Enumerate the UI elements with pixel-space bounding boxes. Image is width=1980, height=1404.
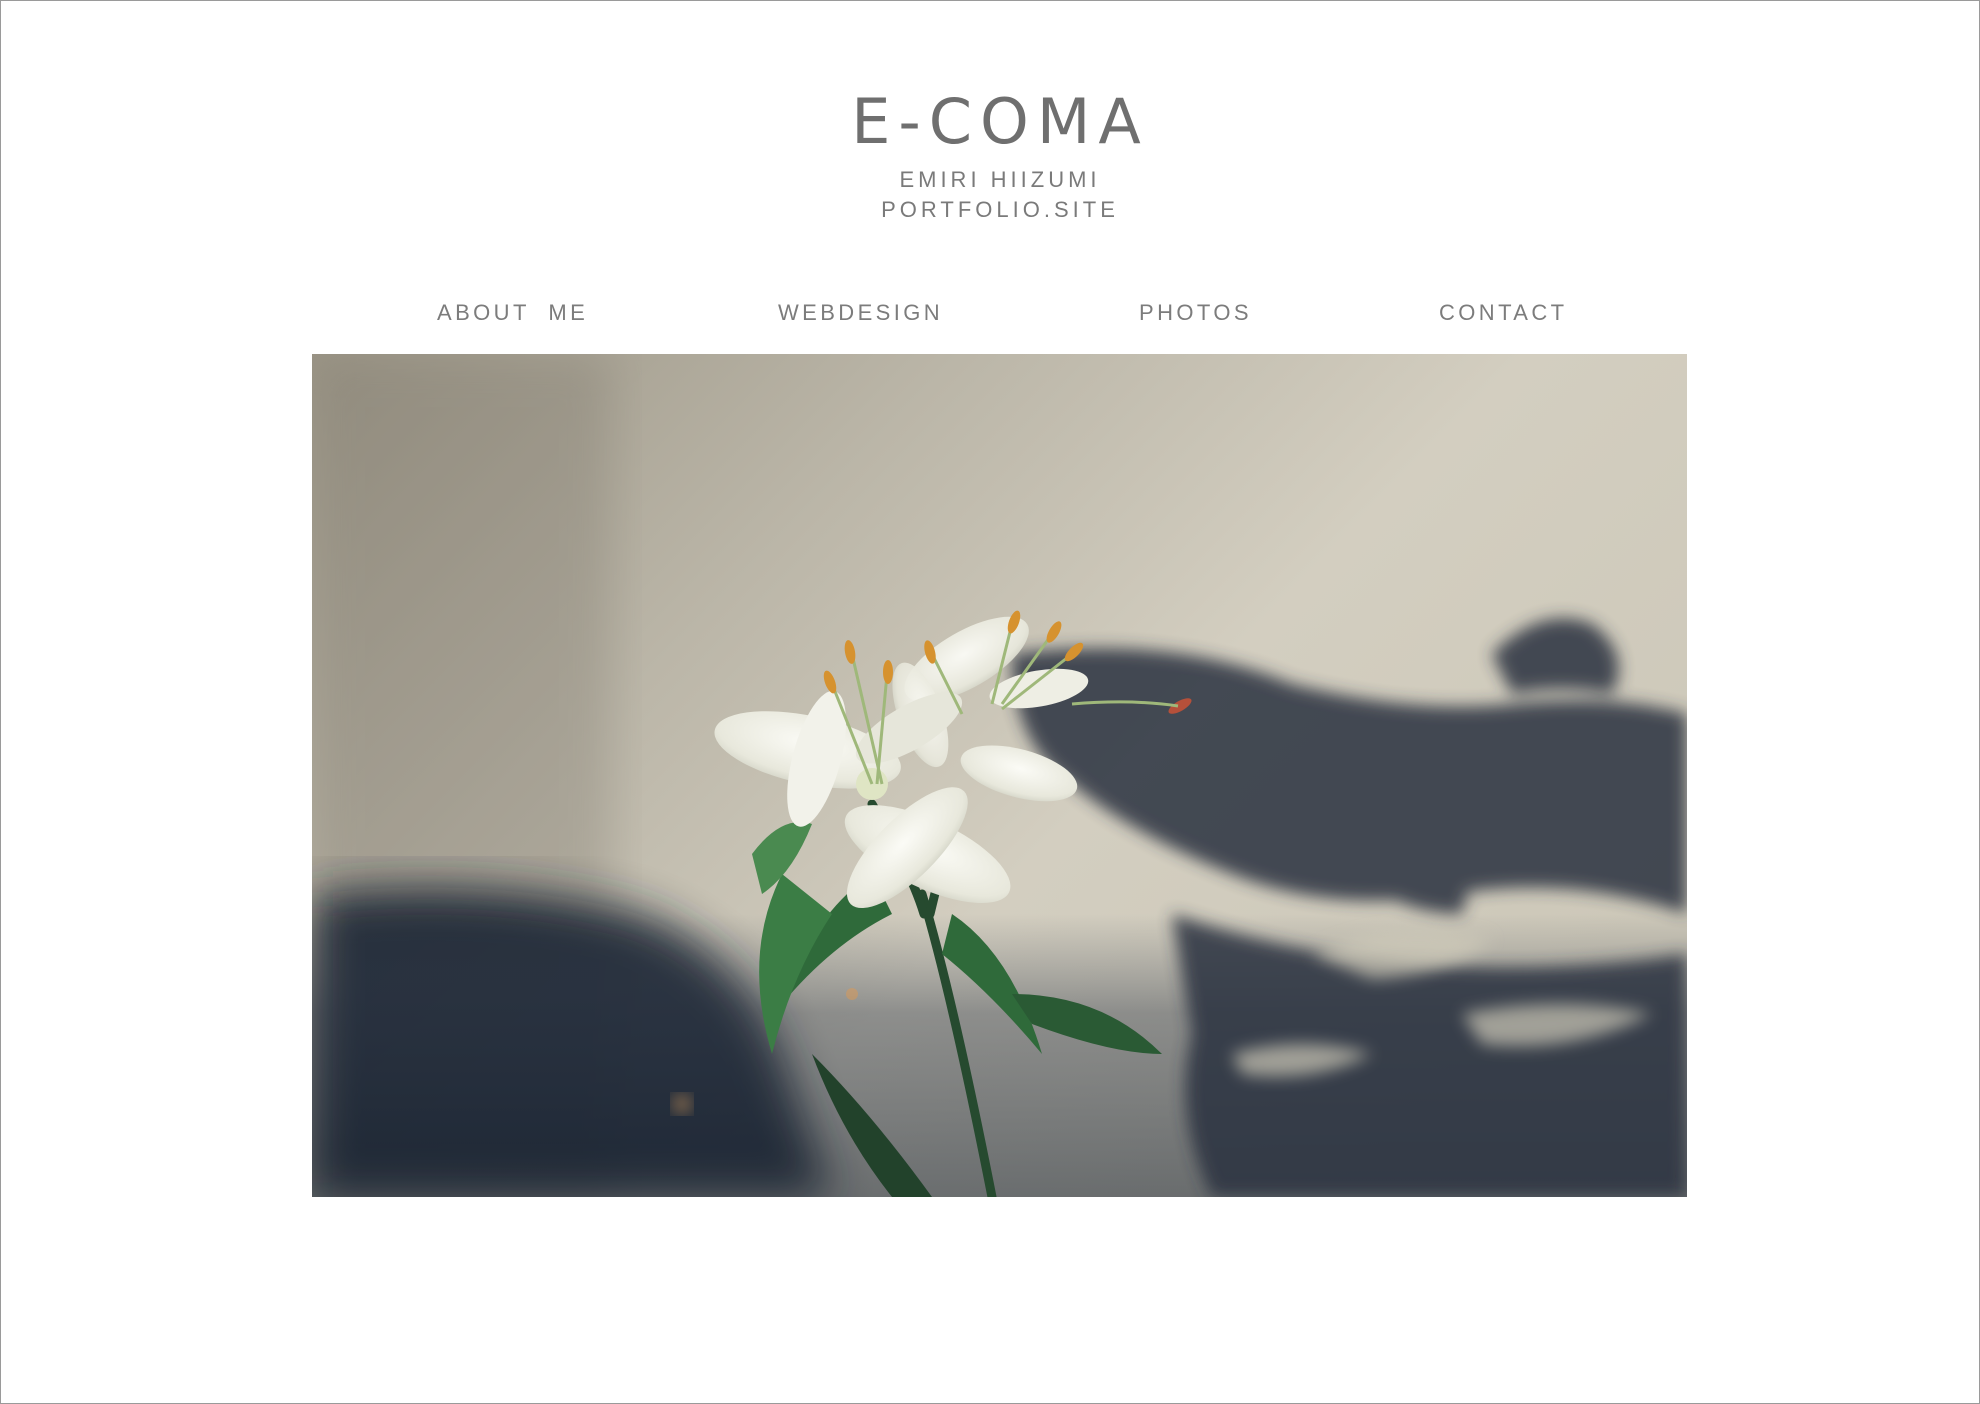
page-frame: E-COMA EMIRI HIIZUMI PORTFOLIO.SITE ABOU…	[0, 0, 1980, 1404]
nav-contact[interactable]: CONTACT	[1439, 297, 1568, 329]
site-subtitle: PORTFOLIO.SITE	[881, 197, 1119, 222]
nav-photos[interactable]: PHOTOS	[1139, 297, 1252, 329]
site-header: E-COMA EMIRI HIIZUMI PORTFOLIO.SITE	[1, 79, 1980, 225]
site-owner-name: EMIRI HIIZUMI	[899, 167, 1101, 192]
lily-photo-illustration	[312, 354, 1687, 1197]
site-logo-title[interactable]: E-COMA	[1, 79, 1980, 165]
nav-webdesign[interactable]: WEBDESIGN	[778, 297, 943, 329]
main-navigation: ABOUT ME WEBDESIGN PHOTOS CONTACT	[1, 297, 1980, 333]
nav-about-me[interactable]: ABOUT ME	[437, 297, 588, 329]
hero-photo	[312, 354, 1687, 1197]
